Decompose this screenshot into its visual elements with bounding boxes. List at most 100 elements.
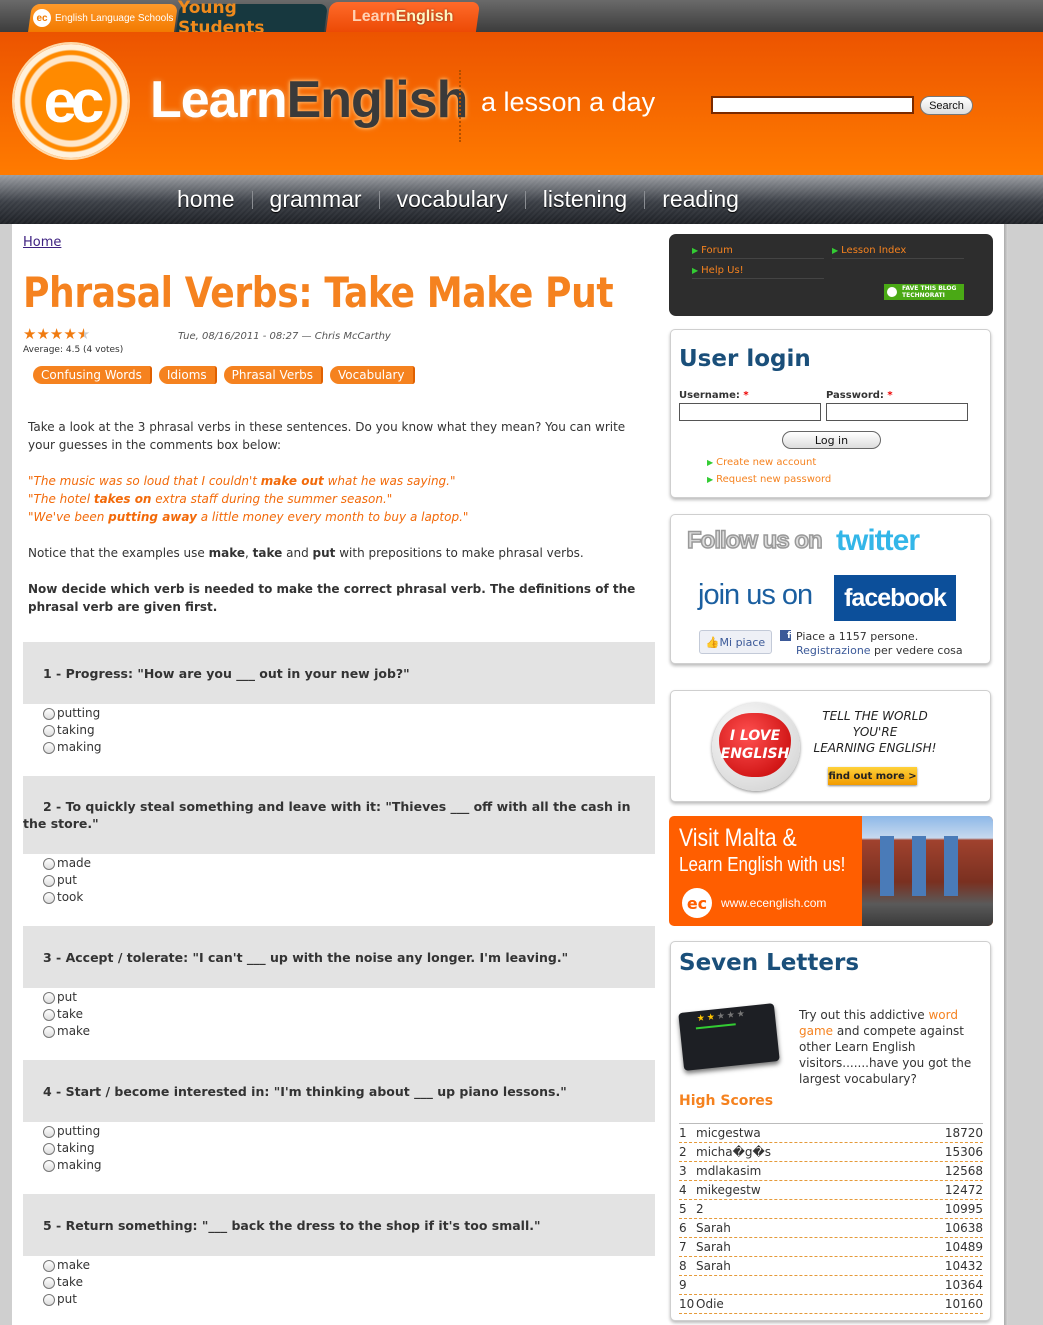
visit-malta-ad[interactable]: Visit Malta & Learn English with us! ec … <box>669 816 993 926</box>
radio-button[interactable] <box>43 1159 55 1172</box>
star-icon[interactable]: ★ <box>50 327 63 342</box>
password-field[interactable] <box>826 403 968 421</box>
tab-learn-english[interactable]: LearnEnglish <box>325 2 481 32</box>
radio-button[interactable] <box>43 1008 55 1021</box>
star-rating[interactable]: ★ ★ ★ ★ ★ <box>23 327 90 342</box>
breadcrumb-home[interactable]: Home <box>23 235 61 250</box>
option-putting[interactable]: putting <box>43 705 102 722</box>
radio-button[interactable] <box>43 1025 55 1038</box>
tag-idioms[interactable]: Idioms <box>158 366 217 384</box>
follow-us-text[interactable]: Follow us on <box>686 526 823 555</box>
high-score-row: 2 micha�g�s 15306 <box>679 1143 983 1162</box>
option-put[interactable]: put <box>43 989 90 1006</box>
link-lesson-index[interactable]: ▶ Lesson Index <box>832 245 964 259</box>
request-password-link[interactable]: ▶ Request new password <box>707 474 831 485</box>
radio-button[interactable] <box>43 724 55 737</box>
radio-button[interactable] <box>43 1125 55 1138</box>
radio-button[interactable] <box>43 1293 55 1306</box>
twitter-logo[interactable]: twitter <box>836 524 920 558</box>
high-score-row: 1 micgestwa 18720 <box>679 1124 983 1143</box>
tag-phrasal-verbs[interactable]: Phrasal Verbs <box>223 366 324 384</box>
seven-letters-description: Try out this addictive word game and com… <box>799 1008 972 1086</box>
option-put[interactable]: put <box>43 1291 90 1308</box>
score-player: Sarah <box>696 1221 731 1235</box>
nav-grammar[interactable]: grammar <box>253 186 379 213</box>
star-icon: ★ <box>716 1011 726 1023</box>
score-value: 10638 <box>944 1221 983 1235</box>
login-button[interactable]: Log in <box>782 431 881 449</box>
score-player: Sarah <box>696 1240 731 1254</box>
site-switcher-bar: ec English Language Schools Young Student… <box>0 0 1043 38</box>
phrasal-verb-highlight: takes on <box>93 492 152 506</box>
tag-vocabulary[interactable]: Vocabulary <box>330 366 415 384</box>
radio-button[interactable] <box>43 741 55 754</box>
find-out-more-button[interactable]: find out more > <box>828 767 917 785</box>
option-taking[interactable]: taking <box>43 1140 102 1157</box>
ec-logo-icon: ec <box>32 9 51 27</box>
technorati-badge[interactable]: FAVE THIS BLOG TECHNORATI <box>884 284 964 300</box>
high-score-row: 7 Sarah 10489 <box>679 1238 983 1257</box>
ec-logo-text[interactable]: ec <box>14 44 128 158</box>
star-icon: ★ <box>736 1009 746 1021</box>
tag-confusing-words[interactable]: Confusing Words <box>33 366 152 384</box>
radio-button[interactable] <box>43 1276 55 1289</box>
nav-listening[interactable]: listening <box>526 186 644 213</box>
arrow-right-icon: ▶ <box>707 458 714 467</box>
question-3: 3 - Accept / tolerate: "I can't ___ up w… <box>23 926 655 988</box>
nav-vocabulary[interactable]: vocabulary <box>380 186 525 213</box>
option-putting[interactable]: putting <box>43 1123 102 1140</box>
link-help-us[interactable]: ▶ Help Us! <box>692 265 824 279</box>
option-making[interactable]: making <box>43 739 102 756</box>
score-rank: 5 <box>679 1202 687 1216</box>
tell-the-world-text: TELL THE WORLD YOU'RE LEARNING ENGLISH! <box>813 709 937 755</box>
option-took[interactable]: took <box>43 889 91 906</box>
star-icon: ★ <box>706 1012 716 1024</box>
link-forum[interactable]: ▶ Forum <box>692 245 824 259</box>
question-text: 3 - Accept / tolerate: "I can't ___ up w… <box>43 949 569 965</box>
option-make[interactable]: make <box>43 1023 90 1040</box>
high-score-row: 8 Sarah 10432 <box>679 1257 983 1276</box>
radio-button[interactable] <box>43 1259 55 1272</box>
question-1: 1 - Progress: "How are you ___ out in yo… <box>23 642 655 704</box>
option-making[interactable]: making <box>43 1157 102 1174</box>
question-3-options: put take make <box>43 989 90 1040</box>
username-field[interactable] <box>679 403 821 421</box>
facebook-like-button[interactable]: 👍 Mi piace <box>699 630 772 654</box>
tab-young-students[interactable]: Young Students <box>176 0 328 38</box>
brand-logo[interactable]: LearnEnglish <box>150 70 468 130</box>
question-4: 4 - Start / become interested in: "I'm t… <box>23 1060 655 1122</box>
option-take[interactable]: take <box>43 1274 90 1291</box>
radio-button[interactable] <box>43 1142 55 1155</box>
nav-home[interactable]: home <box>160 186 252 213</box>
half-star-icon[interactable]: ★ <box>77 327 90 342</box>
score-value: 10489 <box>944 1240 983 1254</box>
score-rank: 6 <box>679 1221 687 1235</box>
radio-button[interactable] <box>43 857 55 870</box>
create-account-link[interactable]: ▶ Create new account <box>707 457 816 468</box>
option-make[interactable]: make <box>43 1257 90 1274</box>
join-us-text[interactable]: join us on <box>698 579 813 612</box>
radio-button[interactable] <box>43 891 55 904</box>
heart-icon[interactable]: I LOVE ENGLISH <box>719 713 791 777</box>
star-icon[interactable]: ★ <box>36 327 49 342</box>
option-made[interactable]: made <box>43 855 91 872</box>
option-taking[interactable]: taking <box>43 722 102 739</box>
radio-button[interactable] <box>43 991 55 1004</box>
search-button[interactable]: Search <box>920 96 973 115</box>
option-take[interactable]: take <box>43 1006 90 1023</box>
search-input[interactable] <box>711 96 914 114</box>
star-icon: ★ <box>726 1010 736 1022</box>
radio-button[interactable] <box>43 707 55 720</box>
radio-button[interactable] <box>43 874 55 887</box>
star-icon[interactable]: ★ <box>63 327 76 342</box>
tab-english-language-schools[interactable]: ec English Language Schools <box>28 4 178 32</box>
arrow-right-icon: ▶ <box>692 246 699 255</box>
post-meta: Tue, 08/16/2011 - 08:27 — Chris McCarthy <box>178 331 391 342</box>
facebook-logo[interactable]: facebook <box>834 575 956 621</box>
game-thumbnail[interactable]: ★ ★ ★ ★ ★ <box>678 1003 780 1071</box>
star-icon[interactable]: ★ <box>23 327 36 342</box>
main-nav: home grammar vocabulary listening readin… <box>0 175 1043 224</box>
nav-reading[interactable]: reading <box>645 186 756 213</box>
option-put[interactable]: put <box>43 872 91 889</box>
register-link[interactable]: Registrazione <box>796 644 871 657</box>
